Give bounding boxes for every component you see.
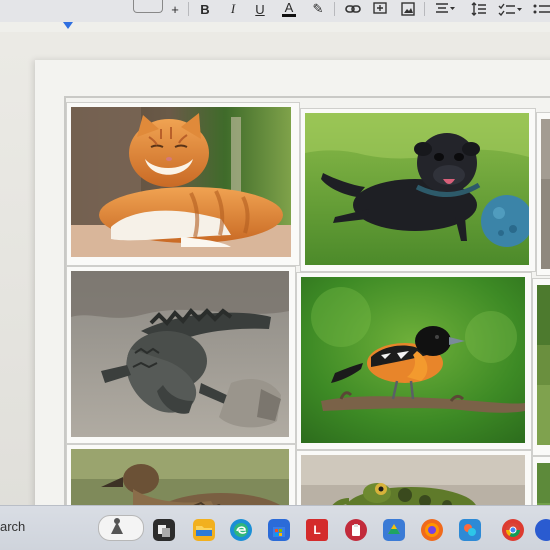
indent-marker[interactable] <box>63 22 73 29</box>
text-color-icon: A <box>284 0 294 15</box>
search-highlight-icon <box>111 518 123 534</box>
add-menu-button[interactable]: + <box>168 0 182 18</box>
line-spacing-icon <box>471 2 486 16</box>
store-bag-icon <box>273 527 285 537</box>
task-view-icon[interactable] <box>153 519 175 541</box>
lastpass-icon[interactable] <box>345 519 367 541</box>
toolbar-divider <box>334 2 335 16</box>
photo-table <box>64 96 550 548</box>
toolbar-divider <box>188 2 189 16</box>
table-cell[interactable] <box>66 266 296 444</box>
partial-photo[interactable] <box>541 119 550 269</box>
partial-image <box>541 119 550 269</box>
table-cell[interactable] <box>532 278 550 456</box>
ruler <box>0 22 550 32</box>
table-cell[interactable] <box>66 102 300 266</box>
cat-photo[interactable] <box>71 107 291 257</box>
store-icon[interactable] <box>268 519 290 541</box>
bulleted-list-icon <box>533 4 550 14</box>
taskbar: arch L <box>0 505 550 550</box>
alligator-photo[interactable] <box>71 271 289 437</box>
partial-photo[interactable] <box>537 285 550 445</box>
bold-button[interactable]: B <box>198 0 212 18</box>
firefox-glyph <box>425 523 439 537</box>
italic-icon: I <box>230 1 236 16</box>
table-cell[interactable] <box>536 112 550 276</box>
taskbar-search-text[interactable]: arch <box>0 519 25 534</box>
alligator-image <box>71 271 289 437</box>
link-icon <box>345 5 361 13</box>
pug-image <box>305 113 529 265</box>
table-cell[interactable] <box>296 272 532 450</box>
bulleted-list-button[interactable] <box>532 0 550 18</box>
text-color-swatch <box>282 13 296 17</box>
folder-icon <box>196 526 212 536</box>
highlight-button[interactable]: ✎ <box>310 0 326 18</box>
oriole-photo[interactable] <box>301 277 525 443</box>
firefox-icon[interactable] <box>421 519 443 541</box>
plus-icon: + <box>171 1 179 17</box>
oriole-image <box>301 277 525 443</box>
bold-icon: B <box>200 1 210 17</box>
align-center-icon <box>436 3 455 13</box>
underline-icon: U <box>255 1 265 17</box>
table-cell[interactable] <box>300 108 536 272</box>
cat-image <box>71 107 291 257</box>
task-view-glyph <box>158 525 170 537</box>
insert-image-button[interactable] <box>400 0 416 18</box>
text-color-button[interactable]: A <box>281 0 297 18</box>
screen-photo: + B I U A ✎ arch L <box>0 0 550 550</box>
align-button[interactable] <box>434 0 456 18</box>
underline-button[interactable]: U <box>253 0 267 18</box>
comment-add-icon <box>373 2 387 14</box>
red-l-app-icon[interactable]: L <box>306 519 328 541</box>
partial-image <box>537 285 550 445</box>
chrome-icon[interactable] <box>502 519 524 541</box>
drive-icon[interactable] <box>383 519 405 541</box>
photos-icon[interactable] <box>459 519 481 541</box>
letter-l-icon: L <box>313 523 321 537</box>
image-icon <box>401 2 415 16</box>
checklist-button[interactable] <box>497 0 525 18</box>
search-highlight-button[interactable] <box>98 515 144 541</box>
photos-glyph <box>464 524 476 536</box>
chrome-glyph <box>506 523 520 537</box>
checklist-icon <box>498 3 522 16</box>
insert-link-button[interactable] <box>344 0 362 18</box>
edge-glyph <box>234 523 248 537</box>
clipboard-icon <box>352 524 360 536</box>
insert-comment-button[interactable] <box>372 0 388 18</box>
file-explorer-icon[interactable] <box>193 519 215 541</box>
style-dropdown[interactable] <box>133 0 163 13</box>
editor-toolbar: + B I U A ✎ <box>0 0 550 23</box>
italic-button[interactable]: I <box>226 0 240 18</box>
pug-photo[interactable] <box>305 113 529 265</box>
highlighter-icon: ✎ <box>312 1 324 16</box>
drive-glyph <box>388 524 400 534</box>
line-spacing-button[interactable] <box>470 0 488 18</box>
toolbar-divider <box>424 2 425 16</box>
edge-icon[interactable] <box>230 519 252 541</box>
extra-app-icon[interactable] <box>535 519 550 541</box>
